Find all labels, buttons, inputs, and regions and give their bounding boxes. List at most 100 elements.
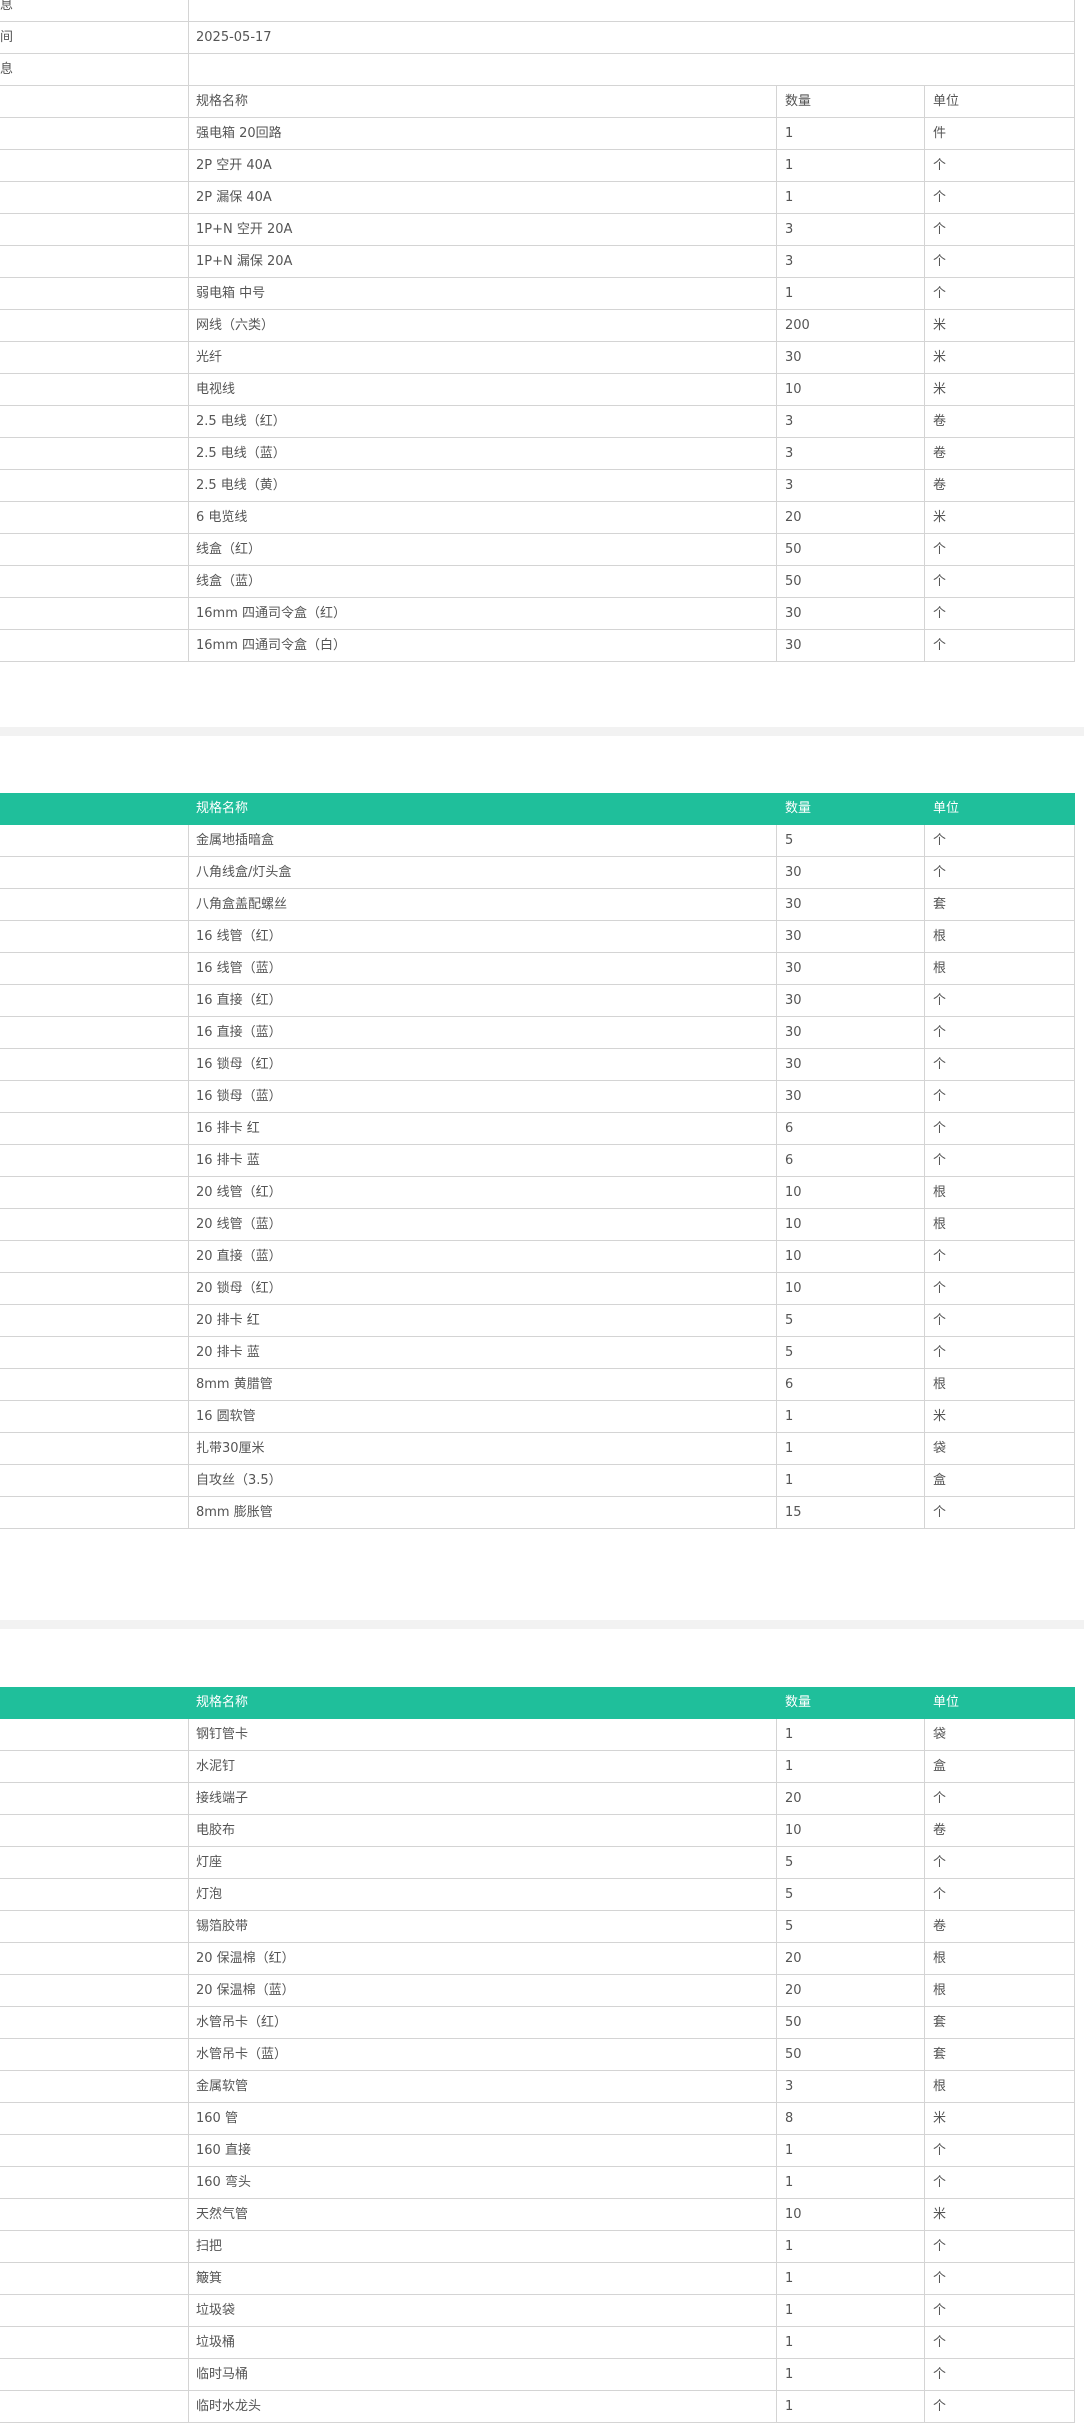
item-unit: 个 <box>933 542 947 557</box>
table-row: 20 排卡 蓝 5 个 <box>0 1337 1075 1369</box>
table-row: 接线端子 20 个 <box>0 1783 1075 1815</box>
table-row: 扫把 1 个 <box>0 2231 1075 2263</box>
table-row: 水管吊卡（蓝） 50 套 <box>0 2039 1075 2071</box>
table-row: 2P 漏保 40A 1 个 <box>0 182 1075 214</box>
item-name: 金属软管 <box>196 2079 249 2094</box>
item-name: 16 圆软管 <box>196 1409 256 1424</box>
item-name: 2.5 电线（黄） <box>196 478 286 493</box>
item-unit: 个 <box>933 1313 947 1328</box>
item-qty: 5 <box>785 1313 794 1328</box>
table-row: 16 直接（蓝） 30 个 <box>0 1017 1075 1049</box>
table-row: 20 锁母（红） 10 个 <box>0 1273 1075 1305</box>
item-unit: 个 <box>933 158 947 173</box>
info-label: 息 <box>0 62 14 77</box>
materials-table-2: 规格名称 数量 单位 金属地插暗盒 5 个八角线盒/灯头盒 30 个八角盒盖配螺丝 30 套 16 … <box>0 793 1075 1529</box>
table-row: 金属地插暗盒 5 个 <box>0 825 1075 857</box>
item-qty: 5 <box>785 1345 794 1360</box>
table-row: 20 排卡 红 5 个 <box>0 1305 1075 1337</box>
item-qty: 6 <box>785 1121 794 1136</box>
item-name: 天然气管 <box>196 2207 249 2222</box>
item-qty: 1 <box>785 1759 794 1774</box>
item-name: 接线端子 <box>196 1791 249 1806</box>
table-row: 临时马桶 1 个 <box>0 2359 1075 2391</box>
table-row: 2.5 电线（蓝） 3 卷 <box>0 438 1075 470</box>
item-unit: 个 <box>933 2303 947 2318</box>
item-unit: 盒 <box>933 1759 947 1774</box>
item-unit: 个 <box>933 2271 947 2286</box>
item-name: 16 锁母（蓝） <box>196 1089 282 1104</box>
info-row: 息 <box>0 54 1075 86</box>
item-qty: 30 <box>785 1057 802 1072</box>
table-row: 8mm 膨胀管 15 个 <box>0 1497 1075 1529</box>
table-row: 锡箔胶带 5 卷 <box>0 1911 1075 1943</box>
table-row: 线盒（红） 50 个 <box>0 534 1075 566</box>
item-qty: 10 <box>785 1281 802 1296</box>
table-row: 20 保温棉（蓝） 20 根 <box>0 1975 1075 2007</box>
date-value: 2025-05-17 <box>196 30 272 45</box>
item-name: 20 保温棉（蓝） <box>196 1983 295 1998</box>
table-row: 16mm 四通司令盒（白） 30 个 <box>0 630 1075 662</box>
item-qty: 10 <box>785 1217 802 1232</box>
item-unit: 个 <box>933 606 947 621</box>
item-qty: 30 <box>785 865 802 880</box>
item-qty: 1 <box>785 286 794 301</box>
table-row: 2P 空开 40A 1 个 <box>0 150 1075 182</box>
item-qty: 30 <box>785 1025 802 1040</box>
item-qty: 1 <box>785 158 794 173</box>
item-name: 160 管 <box>196 2111 238 2126</box>
item-name: 16 锁母（红） <box>196 1057 282 1072</box>
table-row: 线盒（蓝） 50 个 <box>0 566 1075 598</box>
info-row: 息 <box>0 0 1075 22</box>
table-row: 16mm 四通司令盒（红） 30 个 <box>0 598 1075 630</box>
item-qty: 50 <box>785 2047 802 2062</box>
item-qty: 20 <box>785 510 802 525</box>
item-name: 八角线盒/灯头盒 <box>196 865 292 880</box>
table-row: 灯泡 5 个 <box>0 1879 1075 1911</box>
table-row: 天然气管 10 米 <box>0 2199 1075 2231</box>
table-row: 16 锁母（蓝） 30 个 <box>0 1081 1075 1113</box>
table-row: 20 线管（蓝） 10 根 <box>0 1209 1075 1241</box>
item-qty: 1 <box>785 2143 794 2158</box>
item-qty: 1 <box>785 2239 794 2254</box>
item-qty: 10 <box>785 1249 802 1264</box>
item-name: 160 弯头 <box>196 2175 251 2190</box>
item-qty: 1 <box>785 2271 794 2286</box>
item-qty: 1 <box>785 2335 794 2350</box>
table-row: 钢钉管卡 1 袋 <box>0 1719 1075 1751</box>
item-name: 2.5 电线（红） <box>196 414 286 429</box>
table-row: 16 排卡 红 6 个 <box>0 1113 1075 1145</box>
table-row: 强电箱 20回路 1 件 <box>0 118 1075 150</box>
item-qty: 1 <box>785 1409 794 1424</box>
item-qty: 10 <box>785 1185 802 1200</box>
item-unit: 米 <box>933 2207 947 2222</box>
item-name: 光纤 <box>196 350 223 365</box>
item-qty: 6 <box>785 1377 794 1392</box>
item-name: 网线（六类） <box>196 318 275 333</box>
item-name: 钢钉管卡 <box>196 1727 249 1742</box>
item-name: 自攻丝（3.5） <box>196 1473 282 1488</box>
table-row: 20 线管（红） 10 根 <box>0 1177 1075 1209</box>
item-qty: 30 <box>785 993 802 1008</box>
item-name: 簸箕 <box>196 2271 223 2286</box>
item-name: 2P 空开 40A <box>196 158 272 173</box>
item-name: 2P 漏保 40A <box>196 190 272 205</box>
item-qty: 20 <box>785 1791 802 1806</box>
item-unit: 个 <box>933 2143 947 2158</box>
item-qty: 30 <box>785 929 802 944</box>
item-unit: 个 <box>933 1855 947 1870</box>
item-qty: 3 <box>785 446 794 461</box>
item-unit: 卷 <box>933 1823 947 1838</box>
item-unit: 个 <box>933 2239 947 2254</box>
item-name: 16 直接（蓝） <box>196 1025 282 1040</box>
table-row: 2.5 电线（红） 3 卷 <box>0 406 1075 438</box>
info-row-date: 间 2025-05-17 <box>0 22 1075 54</box>
item-unit: 个 <box>933 286 947 301</box>
item-unit: 个 <box>933 574 947 589</box>
table-row: 1P+N 漏保 20A 3 个 <box>0 246 1075 278</box>
item-name: 八角盒盖配螺丝 <box>196 897 288 912</box>
item-qty: 1 <box>785 1727 794 1742</box>
item-unit: 根 <box>933 1983 947 1998</box>
item-unit: 袋 <box>933 1727 947 1742</box>
item-name: 16mm 四通司令盒（白） <box>196 638 347 653</box>
item-qty: 5 <box>785 833 794 848</box>
